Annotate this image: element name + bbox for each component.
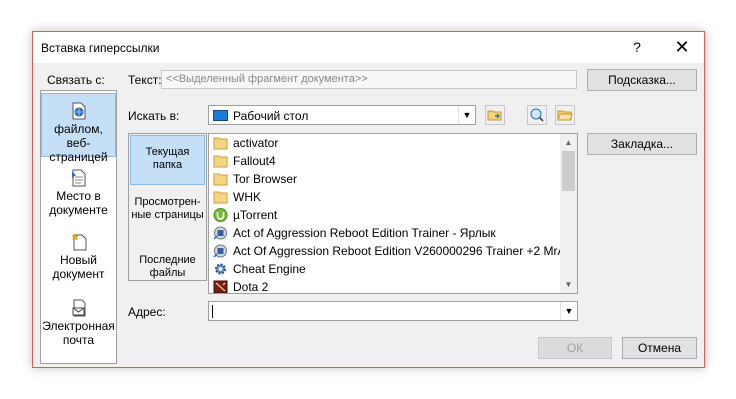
list-item[interactable]: Act of Aggression Reboot Edition Trainer…: [213, 224, 563, 242]
folder-web-icon: [487, 110, 502, 121]
open-folder-icon: [557, 110, 573, 121]
folder-icon: [213, 173, 228, 186]
file-name: Act of Aggression Reboot Edition Trainer…: [233, 226, 496, 240]
list-item[interactable]: µTorrent: [213, 206, 563, 224]
screen-tip-button[interactable]: Подсказка...: [587, 69, 697, 91]
link-file-web-page[interactable]: файлом, веб-страницей: [41, 93, 116, 164]
app-shortcut-icon: [213, 226, 227, 240]
browse-web-button[interactable]: [485, 105, 505, 125]
link-new-document-label: Новый документ: [52, 253, 105, 281]
help-button[interactable]: ?: [622, 32, 652, 63]
list-item[interactable]: Fallout4: [213, 152, 563, 170]
file-name: WHK: [233, 190, 261, 204]
file-name: activator: [233, 136, 279, 150]
browse-file-button[interactable]: [555, 105, 575, 125]
browse-nav: Текущая папка Просмотрен-ные страницы По…: [128, 133, 207, 281]
address-field[interactable]: ▼: [208, 301, 578, 321]
list-item[interactable]: WHK: [213, 188, 563, 206]
look-in-dropdown[interactable]: Рабочий стол ▼: [208, 105, 476, 125]
link-to-label: Связать с:: [47, 73, 105, 87]
nav-recent-files[interactable]: Последние файлы: [130, 248, 205, 282]
file-name: Act Of Aggression Reboot Edition V260000…: [233, 244, 563, 258]
list-item[interactable]: activator: [213, 134, 563, 152]
list-item[interactable]: Cheat Engine: [213, 260, 563, 278]
link-place-in-document-label: Место в документе: [49, 189, 108, 217]
dota-icon: [213, 280, 228, 293]
link-place-in-document[interactable]: Место в документе: [41, 165, 116, 221]
list-item[interactable]: Tor Browser: [213, 170, 563, 188]
folder-icon: [213, 155, 228, 168]
text-label: Текст:: [128, 73, 162, 87]
globe-file-icon: [72, 102, 85, 120]
ok-button[interactable]: ОК: [538, 337, 612, 359]
bookmark-button[interactable]: Закладка...: [587, 133, 697, 155]
file-name: Fallout4: [233, 154, 276, 168]
app-shortcut-icon: [213, 244, 227, 258]
file-list[interactable]: activator Fallout4 Tor Browser WHK µTorr…: [208, 133, 578, 294]
address-label: Адрес:: [128, 305, 166, 319]
close-button[interactable]: ✕: [667, 32, 697, 63]
link-new-document[interactable]: Новый документ: [41, 229, 116, 285]
file-name: Dota 2: [233, 280, 269, 294]
folder-icon: [213, 191, 228, 204]
scroll-thumb[interactable]: [562, 151, 575, 191]
dialog-title: Вставка гиперссылки: [41, 41, 160, 55]
email-icon: [72, 299, 85, 317]
desktop-icon: [213, 110, 228, 121]
file-list-scrollbar[interactable]: ▲ ▼: [560, 134, 577, 293]
folder-icon: [213, 137, 228, 150]
nav-current-folder[interactable]: Текущая папка: [130, 135, 205, 185]
search-web-button[interactable]: [527, 105, 547, 125]
nav-browsed-pages[interactable]: Просмотрен-ные страницы: [130, 192, 205, 236]
scroll-up-icon[interactable]: ▲: [560, 134, 577, 151]
link-file-web-page-label: файлом, веб-страницей: [49, 122, 108, 164]
file-name: Tor Browser: [233, 172, 298, 186]
gear-app-icon: [215, 263, 226, 275]
title-bar: Вставка гиперссылки ? ✕: [33, 32, 704, 63]
document-place-icon: [71, 169, 85, 187]
list-item[interactable]: Act Of Aggression Reboot Edition V260000…: [213, 242, 563, 260]
link-to-bar: файлом, веб-страницей Место в документе …: [40, 90, 117, 364]
new-document-icon: [70, 233, 86, 251]
web-search-icon: [530, 108, 544, 122]
scroll-down-icon[interactable]: ▼: [560, 276, 577, 293]
look-in-label: Искать в:: [128, 109, 180, 123]
chevron-down-icon[interactable]: ▼: [458, 106, 475, 124]
file-name: Cheat Engine: [233, 262, 306, 276]
utorrent-icon: [213, 208, 228, 222]
chevron-down-icon[interactable]: ▼: [560, 302, 577, 320]
link-email-label: Электронная почта: [42, 319, 115, 347]
link-email[interactable]: Электронная почта: [41, 293, 116, 357]
file-name: µTorrent: [233, 208, 278, 222]
look-in-value: Рабочий стол: [233, 109, 309, 123]
text-to-display-field[interactable]: <<Выделенный фрагмент документа>>: [161, 70, 577, 89]
cancel-button[interactable]: Отмена: [622, 337, 697, 359]
insert-hyperlink-dialog: Вставка гиперссылки ? ✕ Связать с: файло…: [32, 31, 705, 368]
list-item[interactable]: Dota 2: [213, 278, 563, 294]
text-caret: [212, 305, 213, 318]
